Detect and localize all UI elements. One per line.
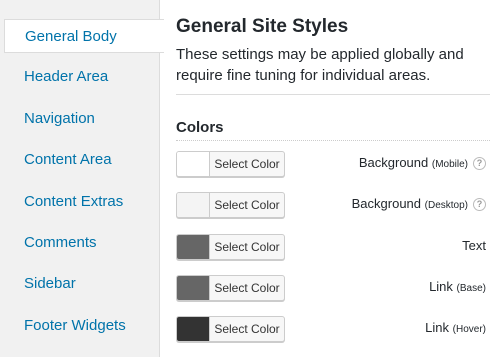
color-swatch <box>177 276 210 300</box>
section-title-colors: Colors <box>176 119 224 136</box>
color-label-text-color: Text <box>462 238 486 253</box>
sidebar-nav: General Body Header Area Navigation Cont… <box>0 0 164 357</box>
sidebar-item-navigation[interactable]: Navigation <box>0 102 160 136</box>
select-color-label: Select Color <box>214 281 280 295</box>
color-swatch <box>177 317 210 341</box>
select-color-button-background-desktop[interactable]: Select Color <box>176 192 285 218</box>
color-label-suffix: (Mobile) <box>431 159 468 170</box>
color-row-link-base: Select Color Link (Base) <box>176 275 486 303</box>
sidebar-item-sidebar[interactable]: Sidebar <box>0 267 160 301</box>
help-icon[interactable]: ? <box>473 198 486 211</box>
sidebar-item-content-extras[interactable]: Content Extras <box>0 185 160 219</box>
page-title: General Site Styles <box>176 16 349 37</box>
page-description: These settings may be applied globally a… <box>176 46 464 84</box>
select-color-label: Select Color <box>214 322 280 336</box>
sidebar-item-comments[interactable]: Comments <box>0 226 160 260</box>
color-label-link-base: Link (Base) <box>429 279 486 294</box>
color-row-background-desktop: Select Color Background (Desktop) ? <box>176 192 486 220</box>
section-divider <box>176 140 490 141</box>
color-label-background-mobile: Background (Mobile) <box>359 155 468 170</box>
color-label-text: Background <box>358 155 429 170</box>
color-label-suffix: (Desktop) <box>424 200 468 211</box>
select-color-label: Select Color <box>214 157 280 171</box>
color-row-link-hover: Select Color Link (Hover) <box>176 316 486 344</box>
select-color-button-text[interactable]: Select Color <box>176 234 285 260</box>
sidebar-item-general-body[interactable]: General Body <box>4 19 164 53</box>
help-icon[interactable]: ? <box>473 157 486 170</box>
color-swatch <box>177 235 210 259</box>
select-color-label: Select Color <box>214 240 280 254</box>
select-color-button-link-base[interactable]: Select Color <box>176 275 285 301</box>
sidebar-item-header-area[interactable]: Header Area <box>0 60 160 94</box>
color-label-suffix: (Base) <box>456 283 486 294</box>
color-label-text: Link <box>425 320 450 335</box>
select-color-button-link-hover[interactable]: Select Color <box>176 316 285 342</box>
color-swatch <box>177 152 210 176</box>
color-label-suffix: (Hover) <box>452 324 486 335</box>
select-color-button-background-mobile[interactable]: Select Color <box>176 151 285 177</box>
header-divider <box>176 94 490 95</box>
select-color-label: Select Color <box>214 198 280 212</box>
color-row-background-mobile: Select Color Background (Mobile) ? <box>176 151 486 179</box>
color-label-text: Text <box>462 238 486 253</box>
color-label-text: Link <box>429 279 453 294</box>
color-row-text: Select Color Text <box>176 234 486 262</box>
color-label-link-hover: Link (Hover) <box>425 320 486 335</box>
sidebar-item-content-area[interactable]: Content Area <box>0 143 160 177</box>
settings-panel: General Site Styles These settings may b… <box>159 0 500 357</box>
color-swatch <box>177 193 210 217</box>
color-label-text: Background <box>351 196 422 211</box>
color-label-background-desktop: Background (Desktop) <box>352 196 468 211</box>
sidebar-item-footer-widgets[interactable]: Footer Widgets <box>0 309 160 343</box>
